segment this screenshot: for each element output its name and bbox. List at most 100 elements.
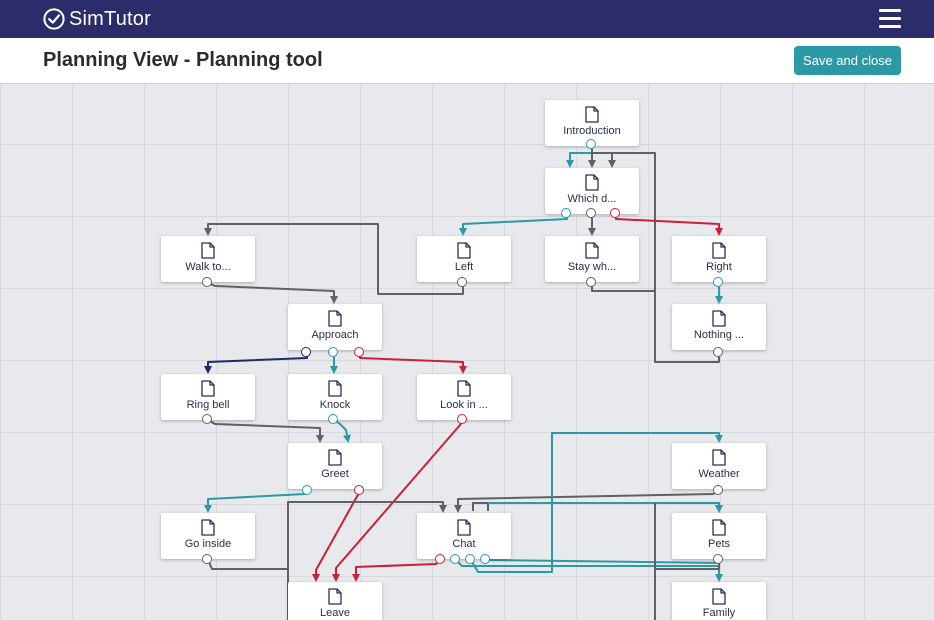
- connection-port[interactable]: [713, 554, 724, 565]
- connection-port[interactable]: [435, 554, 446, 565]
- connection-port[interactable]: [561, 208, 572, 219]
- connection-port[interactable]: [457, 414, 468, 425]
- save-and-close-button[interactable]: Save and close: [794, 46, 901, 75]
- node-label: Family: [702, 607, 736, 619]
- document-icon: [201, 519, 215, 536]
- node-label: Look in ...: [440, 399, 488, 411]
- connection-line: [488, 502, 723, 513]
- connection-port[interactable]: [713, 277, 724, 288]
- node-walk[interactable]: Walk to...: [161, 236, 255, 282]
- node-label: Greet: [321, 468, 349, 480]
- page-title: Planning View - Planning tool: [43, 49, 323, 71]
- connection-port[interactable]: [465, 554, 476, 565]
- connection-line: [359, 353, 467, 374]
- connection-port[interactable]: [457, 277, 468, 288]
- connection-line: [204, 490, 309, 513]
- connection-port[interactable]: [202, 414, 213, 425]
- hamburger-menu-icon[interactable]: [874, 6, 906, 32]
- connection-port[interactable]: [586, 208, 597, 219]
- node-leave[interactable]: Leave: [288, 582, 382, 620]
- connection-port[interactable]: [713, 347, 724, 358]
- connection-line: [333, 419, 351, 443]
- node-label: Pets: [707, 538, 730, 550]
- node-label: Nothing ...: [693, 329, 745, 341]
- node-approach[interactable]: Approach: [288, 304, 382, 350]
- planning-canvas[interactable]: Introduction Which d... Walk to... Left Stay…: [0, 84, 934, 620]
- node-pets[interactable]: Pets: [672, 513, 766, 559]
- node-label: Left: [454, 261, 474, 273]
- node-stay[interactable]: Stay wh...: [545, 236, 639, 282]
- document-icon: [328, 380, 342, 397]
- simtutor-logo[interactable]: SimTutor: [42, 5, 151, 33]
- node-label: Knock: [319, 399, 351, 411]
- connection-port[interactable]: [328, 347, 339, 358]
- node-right[interactable]: Right: [672, 236, 766, 282]
- connection-port[interactable]: [354, 347, 365, 358]
- connection-line: [592, 152, 616, 168]
- connection-port[interactable]: [202, 554, 213, 565]
- node-label: Introduction: [563, 125, 621, 137]
- connection-line: [455, 559, 723, 582]
- node-label: Stay wh...: [567, 261, 617, 273]
- node-knock[interactable]: Knock: [288, 374, 382, 420]
- connection-line: [615, 214, 723, 236]
- node-weather[interactable]: Weather: [672, 443, 766, 489]
- checkmark-circle-icon: [43, 8, 65, 30]
- document-icon: [712, 449, 726, 466]
- node-family[interactable]: Family: [672, 582, 766, 620]
- connection-line: [204, 353, 308, 374]
- document-icon: [201, 380, 215, 397]
- node-label: Leave: [320, 607, 350, 619]
- connection-port[interactable]: [301, 347, 312, 358]
- document-icon: [585, 174, 599, 191]
- node-lookin[interactable]: Look in ...: [417, 374, 511, 420]
- node-label: Go inside: [184, 538, 232, 550]
- node-chat[interactable]: Chat: [417, 513, 511, 559]
- connection-port[interactable]: [302, 485, 313, 496]
- node-label: Right: [706, 261, 732, 273]
- document-icon: [585, 242, 599, 259]
- connection-port[interactable]: [354, 485, 365, 496]
- connection-port[interactable]: [202, 277, 213, 288]
- connection-line: [485, 559, 720, 564]
- node-label: Chat: [452, 538, 476, 550]
- node-which[interactable]: Which d...: [545, 168, 639, 214]
- top-navigation-bar: SimTutor: [0, 0, 934, 38]
- document-icon: [712, 242, 726, 259]
- node-goinside[interactable]: Go inside: [161, 513, 255, 559]
- document-icon: [457, 242, 471, 259]
- connection-line: [207, 419, 324, 443]
- node-nothing[interactable]: Nothing ...: [672, 304, 766, 350]
- connection-line: [591, 283, 655, 292]
- connection-line: [352, 559, 442, 582]
- connection-port[interactable]: [450, 554, 461, 565]
- connection-line: [207, 282, 338, 304]
- connection-port[interactable]: [610, 208, 621, 219]
- connection-port[interactable]: [328, 414, 339, 425]
- connection-port[interactable]: [586, 277, 597, 288]
- connection-line: [454, 490, 720, 513]
- document-icon: [201, 242, 215, 259]
- node-label: Weather: [698, 468, 740, 480]
- node-ringbell[interactable]: Ring bell: [161, 374, 255, 420]
- brand-name: SimTutor: [69, 7, 151, 30]
- document-icon: [712, 588, 726, 605]
- connection-port[interactable]: [586, 139, 597, 150]
- connection-line: [312, 490, 361, 582]
- node-label: Ring bell: [186, 399, 230, 411]
- document-icon: [712, 310, 726, 327]
- connection-line: [472, 502, 723, 513]
- connection-line: [655, 560, 720, 570]
- node-left[interactable]: Left: [417, 236, 511, 282]
- document-icon: [712, 519, 726, 536]
- node-label: Approach: [311, 329, 359, 341]
- document-icon: [328, 310, 342, 327]
- connection-line: [459, 214, 568, 236]
- document-icon: [585, 106, 599, 123]
- node-label: Which d...: [567, 193, 617, 205]
- node-label: Walk to...: [185, 261, 231, 273]
- connection-port[interactable]: [480, 554, 491, 565]
- page-header: Planning View - Planning tool Save and c…: [0, 38, 934, 84]
- node-greet[interactable]: Greet: [288, 443, 382, 489]
- connection-port[interactable]: [713, 485, 724, 496]
